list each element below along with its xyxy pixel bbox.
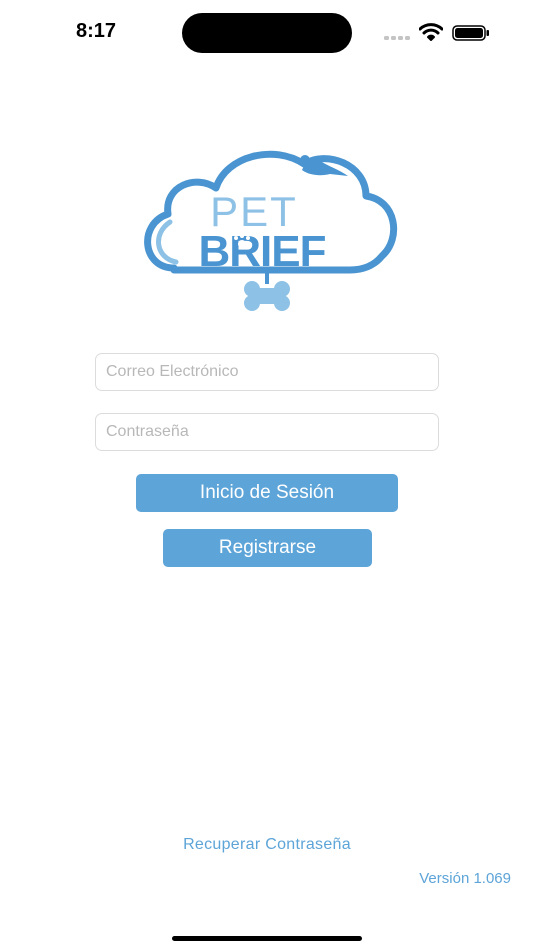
battery-icon — [452, 25, 489, 41]
status-time: 8:17 — [76, 20, 117, 42]
pet-brief-logo: PET BRIEF — [144, 150, 398, 311]
wifi-icon — [419, 23, 443, 41]
logo-text-brief: BRIEF — [199, 227, 326, 276]
home-indicator[interactable] — [172, 936, 362, 941]
dynamic-island — [182, 13, 352, 53]
recover-password-link[interactable]: Recuperar Contraseña — [0, 836, 534, 854]
bone-icon — [244, 281, 290, 311]
password-field[interactable] — [95, 413, 439, 451]
register-button[interactable]: Registrarse — [163, 529, 372, 567]
signal-icon — [384, 36, 410, 40]
login-button[interactable]: Inicio de Sesión — [136, 474, 398, 512]
register-button-label: Registrarse — [218, 537, 317, 558]
version-text: Versión 1.069 — [419, 870, 511, 887]
email-field[interactable] — [95, 353, 439, 391]
login-button-label: Inicio de Sesión — [199, 482, 335, 503]
